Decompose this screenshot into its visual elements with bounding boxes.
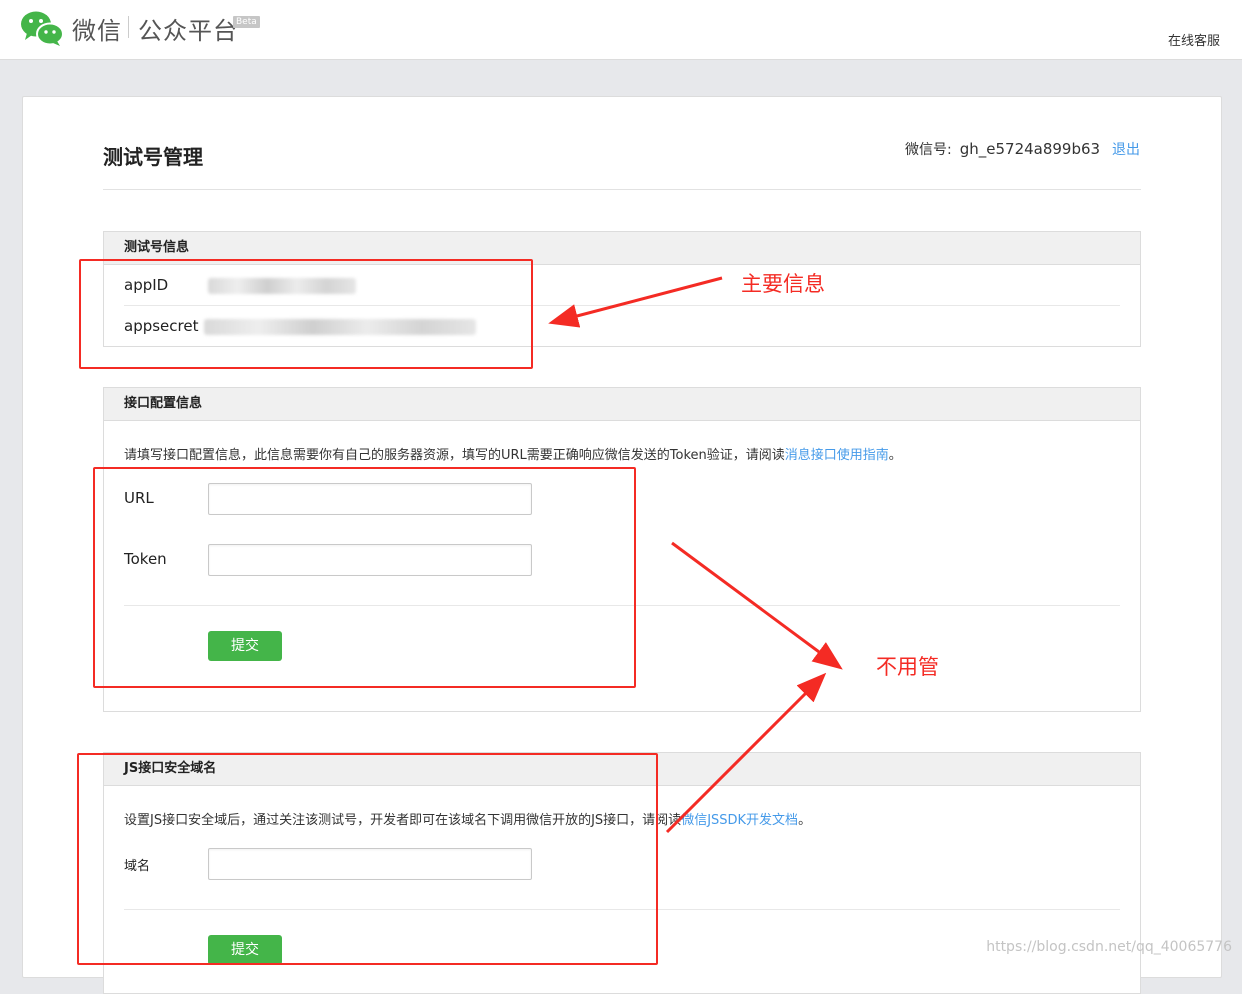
arrow-to-ignore-label	[671, 541, 843, 670]
arrow-to-main-info	[548, 276, 723, 328]
annotation-arrows	[548, 276, 843, 834]
watermark: https://blog.csdn.net/qq_40065776	[986, 939, 1232, 955]
arrow-to-ignore-label-2	[665, 672, 827, 834]
